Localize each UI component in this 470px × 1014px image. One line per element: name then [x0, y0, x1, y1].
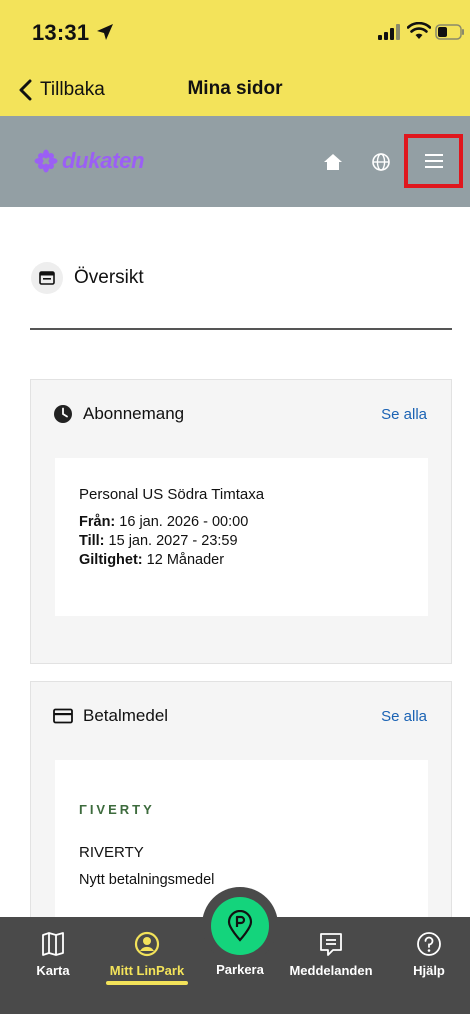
payment-see-all-link[interactable]: Se alla [381, 708, 427, 725]
from-label: Från: [79, 514, 116, 530]
subscription-to: Till: 15 jan. 2027 - 23:59 [79, 533, 238, 549]
payment-method-description: Nytt betalningsmedel [79, 872, 215, 888]
clock-icon [54, 405, 72, 423]
help-icon [417, 932, 441, 956]
status-time: 13:31 [32, 20, 90, 45]
signal-icon [378, 24, 400, 40]
tab-park-label: Parkera [216, 962, 264, 977]
subscriptions-title: Abonnemang [83, 404, 185, 423]
payment-header: Betalmedel [53, 706, 168, 726]
tab-map[interactable]: Karta [8, 931, 98, 978]
overview-icon-circle [31, 262, 63, 294]
subscription-from: Från: 16 jan. 2026 - 00:00 [79, 514, 248, 530]
from-value: 16 jan. 2026 - 00:00 [119, 514, 249, 530]
credit-card-icon [53, 708, 73, 724]
status-bar: 13:31 [0, 0, 470, 62]
payment-title: Betalmedel [83, 706, 169, 725]
subscription-validity: Giltighet: 12 Månader [79, 552, 224, 568]
tab-mitt-linpark[interactable]: Mitt LinPark [102, 931, 192, 978]
tab-help[interactable]: Hjälp [384, 931, 470, 978]
app-header: dukaten [0, 116, 470, 207]
flower-logo-icon [34, 149, 58, 173]
validity-label: Giltighet: [79, 552, 143, 568]
hamburger-icon [424, 154, 443, 168]
page-title: Mina sidor [187, 78, 283, 99]
user-circle-icon [134, 931, 160, 957]
map-icon [42, 932, 64, 956]
tab-messages[interactable]: Meddelanden [286, 931, 376, 978]
overview-title: Översikt [74, 267, 144, 288]
location-arrow-icon [97, 24, 113, 40]
overview-heading: Översikt [31, 262, 144, 294]
dashboard-icon [39, 271, 55, 285]
home-icon[interactable] [323, 152, 343, 172]
to-label: Till: [79, 533, 105, 549]
subscription-name: Personal US Södra Timtaxa [79, 486, 265, 503]
tab-label: Mitt LinPark [109, 963, 185, 978]
to-value: 15 jan. 2027 - 23:59 [108, 533, 238, 549]
tab-label: Hjälp [413, 963, 445, 978]
navigation-bar: Tillbaka Mina sidor [0, 62, 470, 116]
subscription-item[interactable]: Personal US Södra Timtaxa Från: 16 jan. … [55, 458, 428, 616]
parking-pin-icon [227, 910, 253, 942]
section-divider [30, 328, 452, 330]
wifi-icon [407, 22, 431, 39]
hamburger-menu-button[interactable] [404, 134, 463, 188]
message-icon [320, 933, 342, 956]
globe-icon[interactable] [371, 152, 391, 172]
tab-label: Karta [36, 963, 70, 978]
brand-name: dukaten [62, 148, 145, 173]
subscriptions-header: Abonnemang [53, 404, 184, 424]
payment-method-name: RIVERTY [79, 844, 144, 861]
subscriptions-card: Abonnemang Se alla Personal US Södra Tim… [30, 379, 452, 664]
active-tab-indicator [106, 981, 188, 985]
subscriptions-see-all-link[interactable]: Se alla [381, 406, 427, 423]
riverty-logo: ΓIVERTY [79, 802, 155, 817]
brand-logo[interactable]: dukaten [34, 148, 145, 174]
park-button[interactable] [211, 897, 269, 955]
tab-label: Meddelanden [289, 963, 373, 978]
validity-value: 12 Månader [146, 552, 225, 568]
battery-icon [435, 24, 464, 40]
